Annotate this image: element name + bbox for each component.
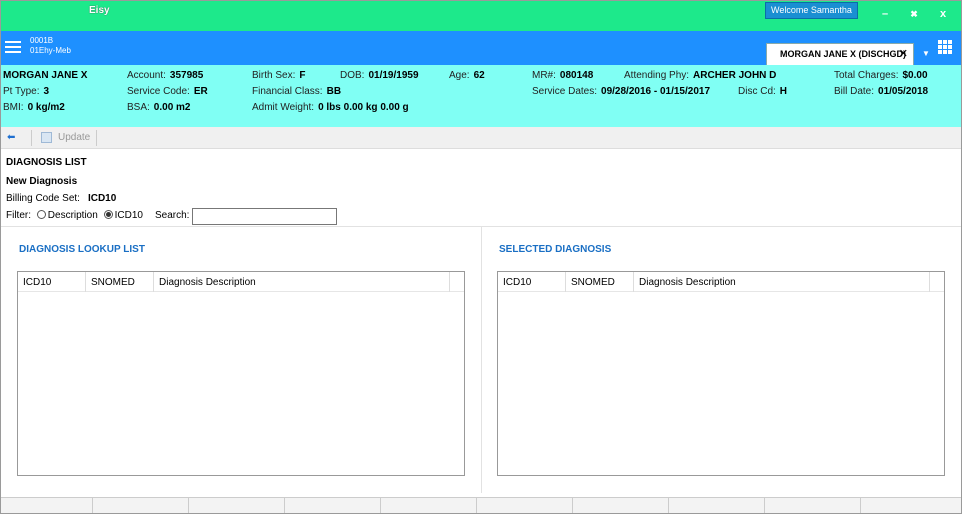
filter-description-label: Description — [47, 210, 98, 221]
status-cell — [669, 498, 765, 513]
service-code-field: Service Code: ER — [127, 86, 208, 97]
status-cell — [189, 498, 285, 513]
status-cell — [1, 498, 93, 513]
selected-diagnosis-title: SELECTED DIAGNOSIS — [499, 244, 612, 255]
filter-group: Filter: Description ICD10 — [6, 210, 143, 221]
billing-code-set: Billing Code Set: ICD10 — [6, 193, 117, 204]
filter-description-radio[interactable] — [36, 210, 46, 219]
disc-cd-field: Disc Cd: H — [738, 86, 788, 97]
filter-icd10-label: ICD10 — [114, 210, 143, 221]
status-cell — [93, 498, 189, 513]
save-icon — [41, 132, 52, 143]
panel-divider — [481, 227, 482, 493]
account-field: Account: 357985 — [127, 70, 204, 81]
service-dates-field: Service Dates: 09/28/2016 - 01/15/2017 — [532, 86, 711, 97]
status-bar — [1, 497, 961, 513]
facility-line-2: 01Ehy-Meb — [30, 46, 71, 55]
lookup-list[interactable]: ICD10 SNOMED Diagnosis Description — [17, 271, 465, 476]
column-icd10[interactable]: ICD10 — [18, 272, 86, 292]
mr-field: MR#: 080148 — [532, 70, 594, 81]
search-input[interactable] — [192, 208, 337, 225]
patient-tab-label: MORGAN JANE X (DISCHGD) — [780, 49, 907, 59]
column-description[interactable]: Diagnosis Description — [634, 272, 930, 292]
selected-list-header: ICD10 SNOMED Diagnosis Description — [498, 272, 944, 292]
close-icon[interactable]: x — [935, 6, 951, 22]
page-title: DIAGNOSIS LIST — [6, 157, 87, 168]
age-field: Age: 62 — [449, 70, 485, 81]
dob-field: DOB: 01/19/1959 — [340, 70, 419, 81]
status-cell — [381, 498, 477, 513]
bill-date-field: Bill Date: 01/05/2018 — [834, 86, 929, 97]
facility-info: 0001B 01Ehy-Meb — [30, 36, 71, 56]
restore-icon[interactable]: ✖ — [906, 6, 922, 22]
bsa-field: BSA: 0.00 m2 — [127, 102, 191, 113]
filter-icd10-radio[interactable] — [103, 210, 113, 219]
toolbar: ⬅ Update — [1, 127, 961, 149]
toolbar-separator — [96, 130, 97, 146]
tab-dropdown-icon[interactable]: ▼ — [922, 49, 930, 58]
patient-banner: MORGAN JANE X Pt Type: 3 BMI: 0 kg/m2 Acco… — [1, 65, 961, 127]
title-bar: Eisy Welcome Samantha – ✖ x — [1, 1, 961, 31]
search-label: Search: — [155, 210, 190, 221]
column-snomed[interactable]: SNOMED — [566, 272, 634, 292]
status-cell — [477, 498, 573, 513]
patient-tab[interactable]: MORGAN JANE X (DISCHGD) ✕ — [766, 43, 914, 65]
patient-name: MORGAN JANE X — [3, 70, 88, 81]
tab-close-icon[interactable]: ✕ — [899, 44, 908, 64]
app-window: Eisy Welcome Samantha – ✖ x 0001B 01Ehy-… — [0, 0, 962, 514]
attending-phy-field: Attending Phy: ARCHER JOHN D — [624, 70, 777, 81]
back-arrow-icon[interactable]: ⬅ — [7, 132, 15, 143]
toolbar-separator — [31, 130, 32, 146]
bmi-field: BMI: 0 kg/m2 — [3, 102, 65, 113]
status-cell — [573, 498, 669, 513]
lookup-list-header: ICD10 SNOMED Diagnosis Description — [18, 272, 464, 292]
pt-type-field: Pt Type: 3 — [3, 86, 50, 97]
minimize-icon[interactable]: – — [877, 6, 893, 22]
lookup-list-title: DIAGNOSIS LOOKUP LIST — [19, 244, 145, 255]
financial-class-field: Financial Class: BB — [252, 86, 342, 97]
filter-label: Filter: — [6, 210, 31, 221]
new-diagnosis-heading: New Diagnosis — [6, 176, 78, 187]
app-title: Eisy — [89, 5, 110, 16]
admit-weight-field: Admit Weight: 0 lbs 0.00 kg 0.00 g — [252, 102, 409, 113]
column-snomed[interactable]: SNOMED — [86, 272, 154, 292]
column-description[interactable]: Diagnosis Description — [154, 272, 450, 292]
hamburger-menu-icon[interactable] — [5, 41, 21, 53]
header-bar: 0001B 01Ehy-Meb MORGAN JANE X (DISCHGD) … — [1, 31, 961, 65]
apps-grid-icon[interactable] — [938, 40, 952, 54]
facility-line-1: 0001B — [30, 36, 54, 45]
status-cell — [765, 498, 861, 513]
column-icd10[interactable]: ICD10 — [498, 272, 566, 292]
welcome-user-button[interactable]: Welcome Samantha — [765, 2, 858, 19]
selected-diagnosis-list[interactable]: ICD10 SNOMED Diagnosis Description — [497, 271, 945, 476]
birth-sex-field: Birth Sex: F — [252, 70, 306, 81]
status-cell — [285, 498, 381, 513]
total-charges-field: Total Charges: $0.00 — [834, 70, 928, 81]
update-button[interactable]: Update — [58, 132, 90, 143]
